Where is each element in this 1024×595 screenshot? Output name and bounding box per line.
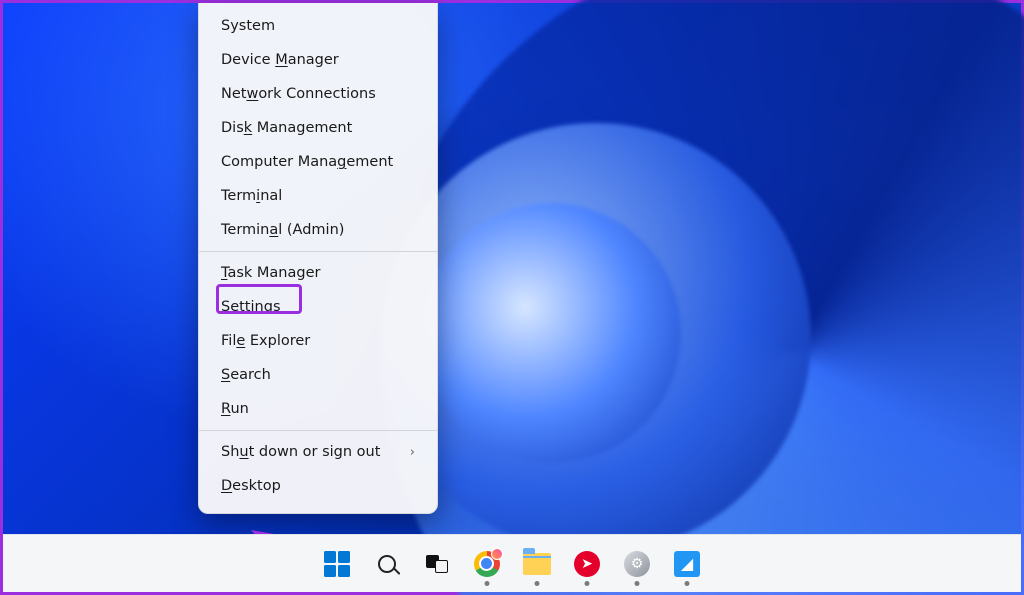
menu-item-label: Search	[221, 367, 271, 383]
start-button[interactable]	[320, 547, 354, 581]
menu-item-shut-down-or-sign-out[interactable]: Shut down or sign out ›	[199, 435, 437, 469]
menu-item-terminal[interactable]: Terminal	[199, 179, 437, 213]
menu-item-label: Shut down or sign out	[221, 444, 380, 460]
menu-item-system[interactable]: System	[199, 9, 437, 43]
taskbar-app-photos[interactable]: ◢	[670, 547, 704, 581]
menu-item-desktop[interactable]: Desktop	[199, 469, 437, 503]
chrome-icon	[474, 551, 500, 577]
winx-menu: System Device Manager Network Connections D…	[198, 3, 438, 514]
menu-item-label: Desktop	[221, 478, 281, 494]
menu-separator	[199, 251, 437, 252]
menu-item-label: Terminal (Admin)	[221, 222, 344, 238]
menu-separator	[199, 430, 437, 431]
menu-item-settings[interactable]: Settings	[199, 290, 437, 324]
menu-item-label: Run	[221, 401, 249, 417]
taskbar-app-chrome[interactable]	[470, 547, 504, 581]
menu-item-disk-management[interactable]: Disk Management	[199, 111, 437, 145]
file-explorer-icon	[523, 553, 551, 575]
menu-item-label: Terminal	[221, 188, 282, 204]
task-view-button[interactable]	[420, 547, 454, 581]
menu-item-run[interactable]: Run	[199, 392, 437, 426]
mail-icon: ➤	[574, 551, 600, 577]
search-button[interactable]	[370, 547, 404, 581]
chevron-right-icon: ›	[410, 445, 415, 460]
menu-item-label: File Explorer	[221, 333, 310, 349]
search-icon	[378, 555, 396, 573]
menu-item-label: Network Connections	[221, 86, 376, 102]
desktop-wallpaper	[3, 3, 1021, 534]
menu-item-terminal-admin-[interactable]: Terminal (Admin)	[199, 213, 437, 247]
taskbar-app-mail[interactable]: ➤	[570, 547, 604, 581]
photos-icon: ◢	[674, 551, 700, 577]
menu-item-device-manager[interactable]: Device Manager	[199, 43, 437, 77]
menu-item-label: Task Manager	[221, 265, 320, 281]
menu-item-network-connections[interactable]: Network Connections	[199, 77, 437, 111]
windows-logo-icon	[324, 551, 350, 577]
menu-item-file-explorer[interactable]: File Explorer	[199, 324, 437, 358]
menu-item-label: Disk Management	[221, 120, 352, 136]
menu-item-label: System	[221, 18, 275, 34]
gear-icon: ⚙	[624, 551, 650, 577]
menu-item-label: Device Manager	[221, 52, 339, 68]
taskbar-app-file-explorer[interactable]	[520, 547, 554, 581]
taskbar: ➤ ⚙ ◢	[3, 534, 1021, 592]
menu-item-label: Computer Management	[221, 154, 393, 170]
task-view-icon	[426, 555, 448, 573]
menu-item-label: Settings	[221, 299, 281, 315]
menu-item-computer-management[interactable]: Computer Management	[199, 145, 437, 179]
menu-item-task-manager[interactable]: Task Manager	[199, 256, 437, 290]
menu-item-search[interactable]: Search	[199, 358, 437, 392]
taskbar-app-settings[interactable]: ⚙	[620, 547, 654, 581]
